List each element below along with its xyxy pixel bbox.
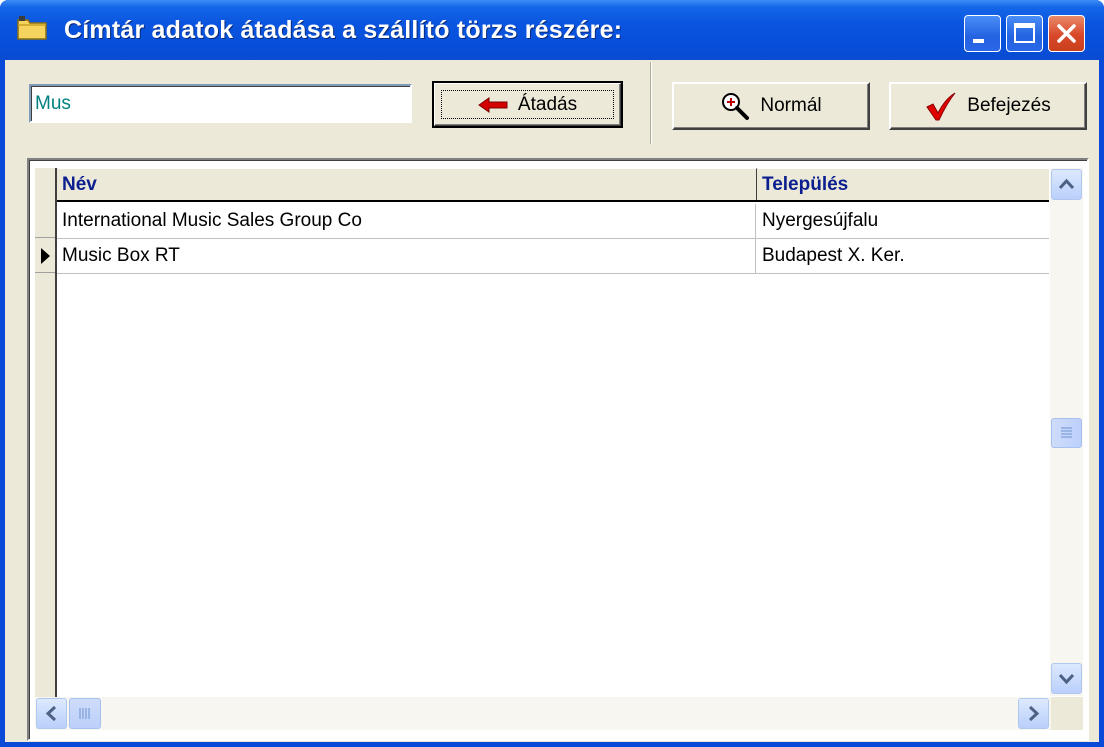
application-window: Címtár adatok átadása a szállító törzs r… bbox=[0, 0, 1104, 747]
grip-icon bbox=[79, 708, 90, 719]
horizontal-scrollbar[interactable] bbox=[35, 697, 1051, 730]
search-input[interactable] bbox=[29, 84, 412, 123]
row-indicator-column bbox=[35, 168, 57, 698]
window-title: Címtár adatok átadása a szállító törzs r… bbox=[64, 16, 623, 44]
scrollbar-corner bbox=[1051, 697, 1083, 730]
chevron-down-icon bbox=[1058, 673, 1075, 685]
close-icon bbox=[1057, 24, 1076, 43]
table-row[interactable]: Music Box RT Budapest X. Ker. bbox=[57, 239, 1049, 274]
table-row[interactable]: International Music Sales Group Co Nyerg… bbox=[57, 204, 1049, 239]
column-header-town[interactable]: Település bbox=[758, 168, 1051, 200]
scroll-left-button[interactable] bbox=[36, 698, 67, 729]
cell-town[interactable]: Nyergesújfalu bbox=[757, 204, 1049, 238]
normal-view-button[interactable]: Normál bbox=[672, 82, 870, 130]
chevron-up-icon bbox=[1058, 178, 1075, 190]
chevron-left-icon bbox=[45, 705, 57, 722]
scroll-up-button[interactable] bbox=[1051, 169, 1082, 200]
vertical-scrollbar[interactable] bbox=[1050, 168, 1083, 696]
cell-name[interactable]: Music Box RT bbox=[57, 239, 756, 273]
red-arrow-left-icon bbox=[478, 96, 508, 113]
current-row-arrow-icon bbox=[41, 248, 50, 264]
toolbar-divider bbox=[650, 62, 652, 144]
title-bar[interactable]: Címtár adatok átadása a szállító törzs r… bbox=[0, 0, 1104, 60]
grid-header: Név Település bbox=[35, 168, 1051, 202]
data-grid[interactable]: Név Település International Music Sales … bbox=[27, 158, 1089, 741]
checkmark-icon bbox=[926, 92, 956, 121]
row-indicator[interactable] bbox=[35, 204, 55, 238]
row-indicator-current[interactable] bbox=[35, 239, 55, 273]
maximize-button[interactable] bbox=[1006, 15, 1043, 52]
grip-icon bbox=[1061, 427, 1072, 438]
magnifier-icon bbox=[722, 93, 750, 120]
close-button[interactable] bbox=[1048, 15, 1085, 52]
finish-button-label: Befejezés bbox=[967, 95, 1051, 116]
normal-view-button-label: Normál bbox=[760, 95, 822, 116]
maximize-icon bbox=[1014, 23, 1035, 43]
column-header-name[interactable]: Név bbox=[58, 168, 757, 200]
finish-button[interactable]: Befejezés bbox=[889, 82, 1087, 130]
horizontal-scroll-thumb[interactable] bbox=[69, 698, 101, 729]
cell-name[interactable]: International Music Sales Group Co bbox=[57, 204, 756, 238]
minimize-button[interactable] bbox=[964, 15, 1001, 52]
vertical-scroll-thumb[interactable] bbox=[1051, 418, 1082, 448]
chevron-right-icon bbox=[1028, 705, 1040, 722]
minimize-icon bbox=[973, 39, 984, 43]
folder-icon bbox=[17, 16, 47, 40]
client-area: Átadás Normál Befejezés Név Település bbox=[5, 60, 1099, 742]
transfer-button[interactable]: Átadás bbox=[432, 81, 623, 128]
scroll-right-button[interactable] bbox=[1018, 698, 1049, 729]
cell-town[interactable]: Budapest X. Ker. bbox=[757, 239, 1049, 273]
scroll-down-button[interactable] bbox=[1051, 663, 1082, 694]
transfer-button-label: Átadás bbox=[517, 93, 578, 115]
